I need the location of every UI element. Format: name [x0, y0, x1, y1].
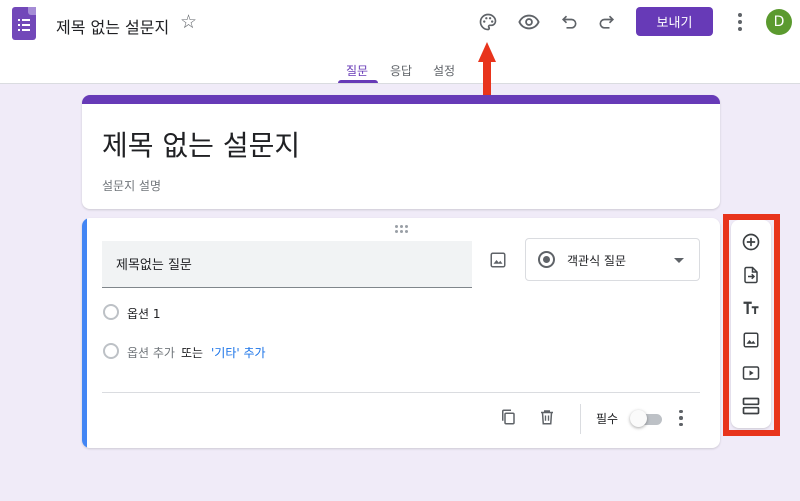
form-title[interactable]: 제목 없는 설문지 — [102, 124, 300, 164]
tab-responses[interactable]: 응답 — [390, 62, 412, 79]
add-image-icon[interactable] — [741, 330, 761, 350]
preview-eye-icon[interactable] — [517, 10, 541, 34]
question-type-select[interactable]: 객관식 질문 — [525, 238, 700, 281]
more-options-icon[interactable] — [675, 409, 687, 427]
delete-icon[interactable] — [537, 407, 557, 427]
question-title-input[interactable]: 제목없는 질문 — [102, 241, 472, 288]
form-description[interactable]: 설문지 설명 — [102, 177, 161, 194]
option-label[interactable]: 옵션 1 — [127, 305, 161, 322]
annotation-arrow-head — [478, 42, 496, 62]
footer-separator — [580, 404, 581, 434]
add-option-radio — [103, 343, 119, 359]
more-vert-icon[interactable] — [730, 10, 750, 34]
avatar[interactable]: D — [766, 9, 792, 35]
add-other-link[interactable]: '기타' 추가 — [211, 344, 266, 361]
top-bar: 제목 없는 설문지 ☆ 보내기 D 질문 응답 설정 — [0, 0, 800, 84]
duplicate-icon[interactable] — [498, 407, 518, 427]
form-title-card[interactable]: 제목 없는 설문지 설문지 설명 — [82, 95, 720, 209]
question-type-label: 객관식 질문 — [567, 254, 627, 268]
drag-handle-icon[interactable] — [395, 225, 409, 233]
required-toggle[interactable] — [630, 410, 662, 427]
radio-button-icon — [538, 251, 555, 268]
required-label: 필수 — [596, 412, 619, 426]
active-tab-indicator — [338, 80, 378, 83]
or-text: 또는 — [181, 346, 204, 360]
palette-icon[interactable] — [476, 10, 500, 34]
add-video-icon[interactable] — [741, 363, 761, 383]
add-option-link[interactable]: 옵션 추가 — [127, 344, 175, 361]
side-toolbar — [731, 220, 771, 428]
document-title[interactable]: 제목 없는 설문지 — [56, 14, 169, 38]
divider — [102, 392, 700, 393]
option-radio — [103, 304, 119, 320]
import-questions-icon[interactable] — [741, 265, 761, 285]
star-icon[interactable]: ☆ — [180, 13, 197, 32]
send-button[interactable]: 보내기 — [636, 7, 713, 36]
add-image-icon[interactable] — [488, 250, 508, 270]
dropdown-caret-icon — [674, 258, 684, 263]
tab-settings[interactable]: 설정 — [433, 62, 455, 79]
undo-icon[interactable] — [557, 10, 581, 34]
forms-logo-icon[interactable] — [12, 7, 36, 40]
add-title-text-icon[interactable] — [741, 298, 761, 318]
add-question-icon[interactable] — [741, 232, 761, 252]
redo-icon[interactable] — [595, 10, 619, 34]
active-question-indicator — [82, 218, 87, 448]
tab-questions[interactable]: 질문 — [346, 62, 368, 79]
question-card[interactable]: 제목없는 질문 객관식 질문 옵션 1 옵션 추가 또는 '기타' 추가 필수 — [82, 218, 720, 448]
add-section-icon[interactable] — [741, 396, 761, 416]
